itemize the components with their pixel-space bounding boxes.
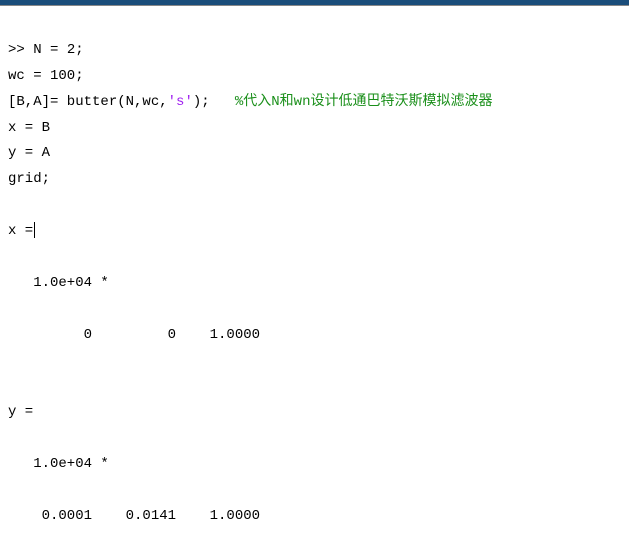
output-x-values: 0 0 1.0000 xyxy=(8,327,260,343)
code-line-4: x = B xyxy=(8,120,50,136)
output-y-scale: 1.0e+04 * xyxy=(8,456,109,472)
matlab-prompt: >> xyxy=(8,42,33,58)
command-window-content[interactable]: >> N = 2; wc = 100; [B,A]= butter(N,wc,'… xyxy=(0,6,629,536)
code-line-1: N = 2; xyxy=(33,42,83,58)
code-line-6: grid; xyxy=(8,171,50,187)
output-x-scale: 1.0e+04 * xyxy=(8,275,109,291)
output-x-header: x = xyxy=(8,223,33,239)
string-literal: 's' xyxy=(168,94,193,110)
output-y-header: y = xyxy=(8,404,33,420)
code-line-3b: ); xyxy=(193,94,235,110)
output-y-values: 0.0001 0.0141 1.0000 xyxy=(8,508,260,524)
code-line-5: y = A xyxy=(8,145,50,161)
text-cursor xyxy=(34,222,35,238)
code-line-2: wc = 100; xyxy=(8,68,84,84)
code-comment: %代入N和wn设计低通巴特沃斯模拟滤波器 xyxy=(235,94,493,110)
code-line-3a: [B,A]= butter(N,wc, xyxy=(8,94,168,110)
